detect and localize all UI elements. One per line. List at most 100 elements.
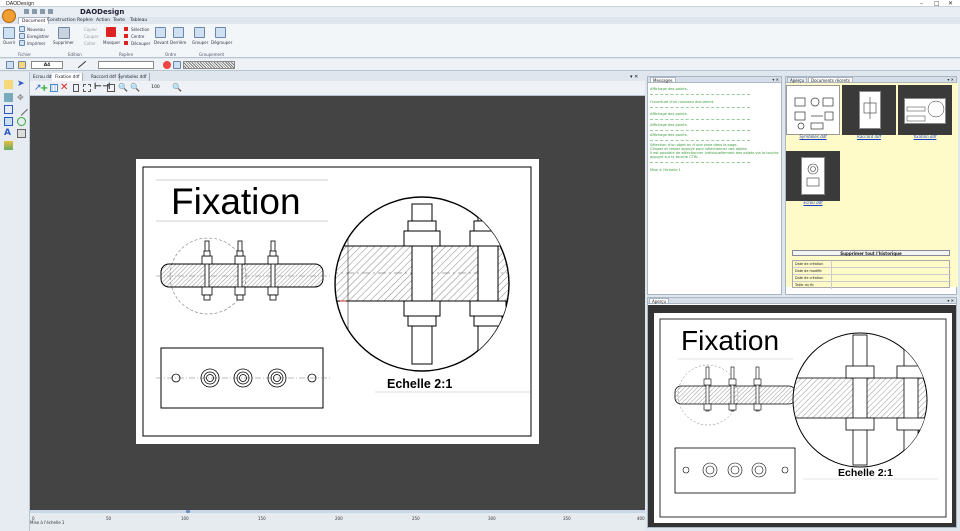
panel-controls-icon[interactable]: ▾ ✕ [772, 77, 779, 82]
rectangle-tool-icon[interactable] [4, 105, 13, 114]
page-icon[interactable] [6, 61, 14, 69]
cut-button[interactable]: Couper [84, 34, 98, 39]
line-style-select[interactable] [98, 61, 154, 69]
hide-button[interactable]: Masquer [103, 40, 120, 45]
line-tool-left-icon[interactable] [15, 103, 28, 116]
drawing-toolbar: ↗ + ✕ ⊢⊣ 🔍 🔍 100 🔍 [30, 81, 645, 96]
actual-size-icon[interactable] [107, 84, 115, 92]
message-line: Affichage des points. [650, 112, 688, 116]
fill-icon[interactable] [173, 61, 181, 69]
clear-history-button[interactable]: Supprimer tout l'historique [792, 250, 950, 256]
panel-controls-icon[interactable]: ▾ ✕ [947, 298, 954, 303]
circle-tool-icon[interactable] [17, 117, 26, 126]
tab-texte[interactable]: Texte [110, 17, 128, 24]
recent-doc-caption[interactable]: Ecrou ddf [786, 200, 840, 205]
line-tool-icon[interactable] [77, 60, 87, 69]
delete-button[interactable]: Supprimer [53, 40, 74, 45]
symbol-tool-icon[interactable] [4, 141, 13, 150]
message-line: appuyé sur la touche CTRL. [650, 155, 700, 159]
fit-page-icon[interactable] [83, 84, 91, 92]
folder-icon[interactable] [18, 61, 26, 69]
selection-button[interactable]: Sélection [131, 27, 149, 32]
ungroup-icon[interactable] [215, 27, 226, 38]
doc-tab-fixation[interactable]: Fixation ddf [52, 73, 84, 81]
title-bar: DAODesign – □ ✕ [0, 0, 960, 7]
recent-doc-caption[interactable]: Symboles ddf [786, 134, 840, 139]
recent-doc-raccord[interactable]: Raccord ddf [842, 85, 896, 139]
save-button[interactable]: Enregistrer [27, 34, 49, 39]
recent-doc-caption[interactable]: Raccord ddf [842, 134, 896, 139]
hatch-pattern-select[interactable] [183, 61, 235, 69]
zoom-box-icon[interactable] [4, 117, 13, 126]
drawing-canvas[interactable]: Fixation Echelle 2:1 [30, 96, 645, 510]
minimize-icon[interactable]: – [920, 0, 923, 7]
group-label-marker: Repère [119, 52, 134, 57]
print-button[interactable]: Imprimer [27, 41, 45, 46]
group-label-order: Ordre [165, 52, 177, 57]
print-quick-icon[interactable] [48, 9, 53, 14]
back-button[interactable]: Derrière [170, 40, 186, 45]
page-view-icon[interactable] [73, 84, 79, 92]
ruler-handle[interactable] [186, 510, 190, 513]
save-quick-icon[interactable] [40, 9, 45, 14]
doc-tab-symboles[interactable]: Symboles ddf [115, 73, 151, 81]
close-icon[interactable]: ✕ [948, 0, 953, 7]
grid-icon[interactable] [50, 84, 58, 92]
center-button[interactable]: Centre [131, 34, 144, 39]
back-icon[interactable] [173, 27, 184, 38]
color-icon[interactable] [163, 61, 171, 69]
preview-tab[interactable]: Aperçu [649, 298, 670, 304]
drawing-title: Fixation [171, 181, 301, 222]
new-doc-icon[interactable] [19, 26, 25, 32]
tabs-menu-icon[interactable]: ▾ ✕ [630, 74, 638, 80]
preview-panel: Aperçu ▾ ✕ Fixation Echelle 2:1 [647, 297, 957, 528]
app-menu-button[interactable] [2, 9, 16, 23]
recent-doc-symboles[interactable]: Symboles ddf [786, 85, 840, 139]
recent-doc-caption[interactable]: fixation ddf [898, 134, 952, 139]
text-tool-icon[interactable]: A [4, 129, 13, 138]
zoom-in-icon[interactable]: 🔍 [118, 83, 128, 92]
pointer-icon[interactable]: ➤ [17, 80, 26, 89]
group-icon[interactable] [194, 27, 205, 38]
copy-button[interactable]: Copier [84, 27, 97, 32]
ruler-tick: 350 [563, 516, 571, 521]
zoom-value[interactable]: 100 [143, 84, 168, 92]
open-quick-icon[interactable] [32, 9, 37, 14]
group-button[interactable]: Grouper [192, 40, 208, 45]
messages-tab[interactable]: Messages [650, 77, 676, 83]
message-line: Mise à l'échelle 1 [650, 168, 681, 172]
pan-icon[interactable]: ✥ [17, 93, 26, 102]
open-icon[interactable] [3, 27, 15, 39]
center-icon[interactable] [124, 34, 128, 38]
tab-tableau[interactable]: Tableau [127, 17, 150, 24]
print-icon[interactable] [19, 40, 25, 46]
recent-doc-fixation[interactable]: fixation ddf [898, 85, 952, 139]
paper-size-select[interactable]: A4 [31, 61, 63, 69]
new-button[interactable]: Nouveau [27, 27, 45, 32]
delete-red-icon[interactable]: ✕ [60, 82, 68, 93]
folder-tool-icon[interactable] [4, 80, 13, 89]
table-tool-icon[interactable] [17, 129, 26, 138]
maximize-icon[interactable]: □ [934, 0, 940, 7]
delete-icon[interactable] [58, 27, 70, 39]
front-icon[interactable] [155, 27, 166, 38]
paste-button[interactable]: Coller [84, 41, 96, 46]
app-title: DAODesign [80, 8, 125, 16]
recent-doc-ecrou[interactable]: Ecrou ddf [786, 151, 840, 205]
hide-icon[interactable] [106, 27, 116, 37]
new-quick-icon[interactable] [24, 9, 29, 14]
save-icon[interactable] [19, 33, 25, 39]
zoom-out-icon[interactable]: 🔍 [130, 83, 140, 92]
zoom-tool-icon[interactable]: 🔍 [172, 83, 182, 92]
selection-icon[interactable] [124, 27, 128, 31]
move-tool-icon[interactable] [4, 93, 13, 102]
front-button[interactable]: Devant [154, 40, 168, 45]
scale-label: Echelle 2:1 [387, 377, 453, 391]
symboles-thumbnail [786, 85, 840, 135]
cutout-button[interactable]: Découper [131, 41, 150, 46]
cut-out-icon[interactable] [124, 41, 128, 45]
file-info-table: Date de création Date de modific Date de… [792, 260, 951, 289]
panel-controls-icon[interactable]: ▾ ✕ [947, 77, 954, 82]
add-icon[interactable]: + [40, 84, 48, 94]
ungroup-button[interactable]: Dégrouper [211, 40, 232, 45]
